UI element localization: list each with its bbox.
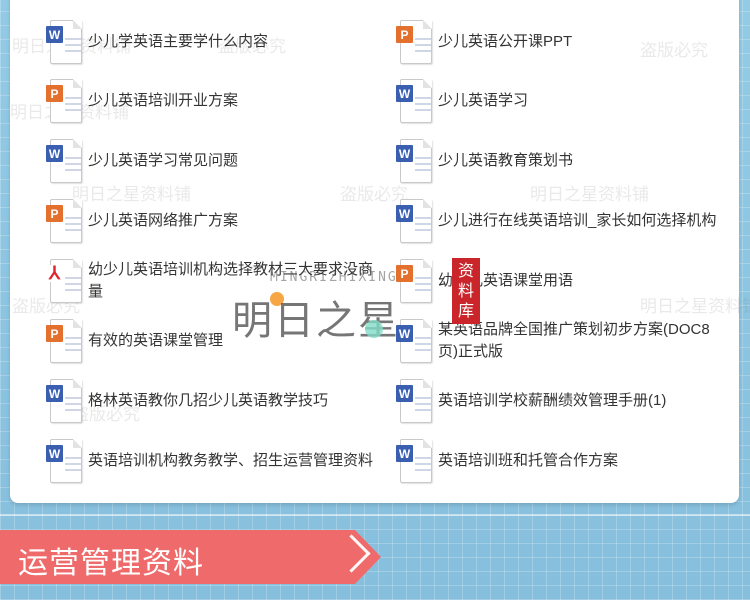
word-doc-icon: W bbox=[46, 439, 82, 483]
word-doc-icon: W bbox=[46, 139, 82, 183]
document-item[interactable]: W 少儿英语学习 bbox=[396, 73, 726, 129]
ppt-doc-icon: P bbox=[46, 199, 82, 243]
document-title: 少儿英语教育策划书 bbox=[438, 152, 574, 169]
document-title: 有效的英语课堂管理 bbox=[88, 332, 224, 349]
document-item[interactable]: P 少儿英语公开课PPT bbox=[396, 14, 726, 70]
word-doc-icon: W bbox=[396, 439, 432, 483]
document-title: 幼少儿英语培训机构选择教材三大要求没商量 bbox=[88, 261, 374, 300]
document-item[interactable]: W 少儿英语学习常见问题 bbox=[46, 133, 376, 189]
document-title: 英语培训班和托管合作方案 bbox=[438, 452, 619, 469]
document-item[interactable]: W 英语培训学校薪酬绩效管理手册(1) bbox=[396, 373, 726, 429]
word-doc-icon: W bbox=[396, 79, 432, 123]
word-doc-icon: W bbox=[46, 379, 82, 423]
document-title: 少儿英语学习 bbox=[438, 92, 529, 109]
ppt-doc-icon: P bbox=[396, 20, 432, 64]
word-doc-icon: W bbox=[396, 139, 432, 183]
document-title: 少儿学英语主要学什么内容 bbox=[88, 33, 269, 50]
section-title: 运营管理资料 bbox=[18, 546, 204, 581]
document-title: 英语培训学校薪酬绩效管理手册(1) bbox=[438, 392, 667, 409]
document-item[interactable]: W 少儿学英语主要学什么内容 bbox=[46, 14, 376, 70]
document-title: 少儿英语网络推广方案 bbox=[88, 212, 239, 229]
document-title: 某英语品牌全国推广策划初步方案(DOC8页)正式版 bbox=[438, 321, 710, 360]
document-title: 幼少儿英语课堂用语 bbox=[438, 272, 574, 289]
section-banner: 运营管理资料 bbox=[0, 530, 381, 584]
document-title: 少儿进行在线英语培训_家长如何选择机构 bbox=[438, 212, 717, 229]
document-title: 少儿英语学习常见问题 bbox=[88, 152, 239, 169]
document-item[interactable]: W 少儿英语教育策划书 bbox=[396, 133, 726, 189]
document-item[interactable]: P 有效的英语课堂管理 bbox=[46, 313, 376, 369]
document-item[interactable]: P 少儿英语培训开业方案 bbox=[46, 73, 376, 129]
ppt-doc-icon: P bbox=[396, 259, 432, 303]
document-item[interactable]: W 某英语品牌全国推广策划初步方案(DOC8页)正式版 bbox=[396, 313, 726, 369]
pdf-doc-icon: ⅄ bbox=[46, 259, 82, 303]
document-item[interactable]: P 少儿英语网络推广方案 bbox=[46, 193, 376, 249]
document-item[interactable]: W 少儿进行在线英语培训_家长如何选择机构 bbox=[396, 193, 726, 249]
document-title: 少儿英语培训开业方案 bbox=[88, 92, 239, 109]
word-doc-icon: W bbox=[396, 319, 432, 363]
document-item[interactable]: P 幼少儿英语课堂用语 bbox=[396, 253, 726, 309]
divider-line bbox=[0, 514, 750, 516]
document-item[interactable]: W 英语培训班和托管合作方案 bbox=[396, 433, 726, 489]
document-item[interactable]: W 英语培训机构教务教学、招生运营管理资料 bbox=[46, 433, 376, 489]
word-doc-icon: W bbox=[46, 20, 82, 64]
word-doc-icon: W bbox=[396, 199, 432, 243]
document-item[interactable]: ⅄ 幼少儿英语培训机构选择教材三大要求没商量 bbox=[46, 253, 376, 309]
document-title: 英语培训机构教务教学、招生运营管理资料 bbox=[88, 452, 374, 469]
ppt-doc-icon: P bbox=[46, 79, 82, 123]
document-item[interactable]: W 格林英语教你几招少儿英语教学技巧 bbox=[46, 373, 376, 429]
document-title: 少儿英语公开课PPT bbox=[438, 33, 573, 50]
word-doc-icon: W bbox=[396, 379, 432, 423]
document-title: 格林英语教你几招少儿英语教学技巧 bbox=[88, 392, 329, 409]
ppt-doc-icon: P bbox=[46, 319, 82, 363]
